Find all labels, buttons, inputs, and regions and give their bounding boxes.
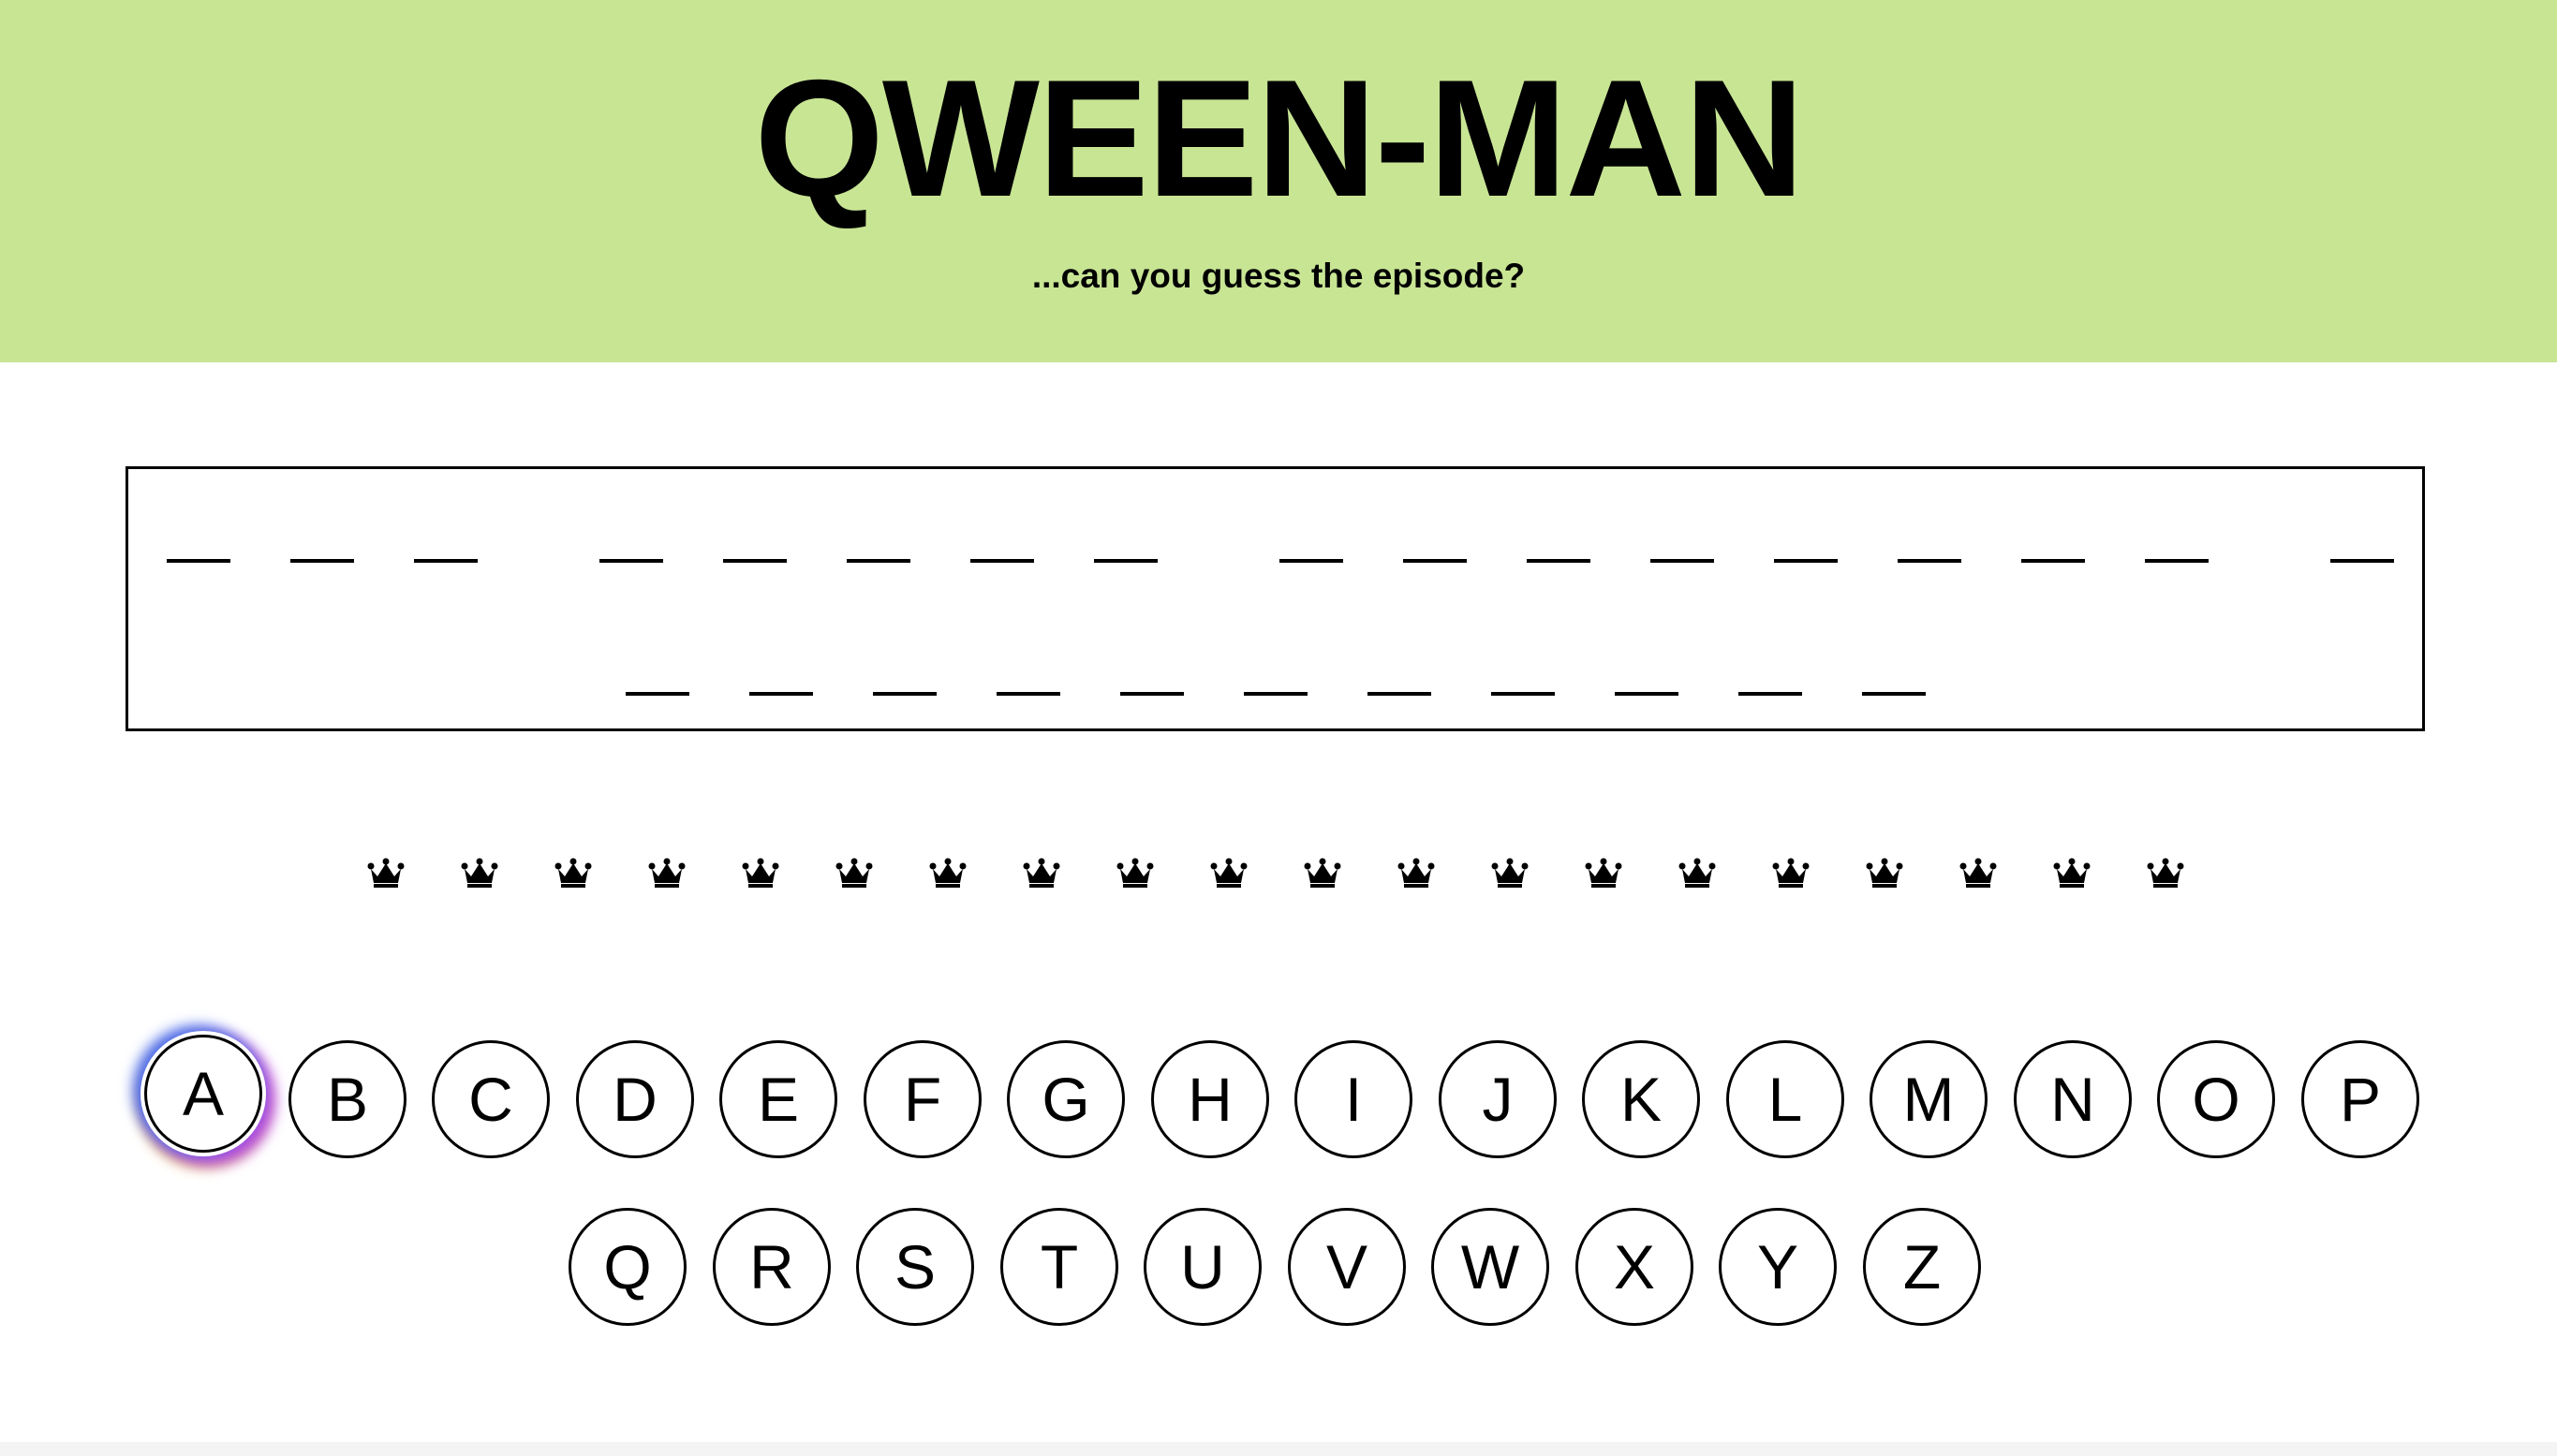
letter-blank	[1774, 559, 1838, 563]
page-subtitle: ...can you guess the episode?	[1031, 257, 1526, 295]
letter-blank	[1403, 559, 1467, 563]
letter-blank	[873, 692, 937, 696]
letter-blank	[1650, 559, 1714, 563]
page-bottom-edge	[0, 1442, 2557, 1456]
letter-blank	[1738, 692, 1802, 696]
crown-icon	[929, 854, 967, 891]
key-n[interactable]: N	[2014, 1040, 2132, 1158]
key-x[interactable]: X	[1575, 1208, 1693, 1326]
crown-icon	[1210, 854, 1248, 891]
crown-icon	[648, 854, 686, 891]
crown-icon	[1116, 854, 1154, 891]
crown-icon	[1959, 854, 1997, 891]
letter-blank	[626, 692, 689, 696]
letter-blank	[167, 559, 230, 563]
letter-blank	[1615, 692, 1678, 696]
lives-row	[0, 843, 2557, 899]
letter-blank	[1094, 559, 1158, 563]
puzzle-board	[126, 466, 2425, 731]
crown-icon	[835, 854, 873, 891]
key-t[interactable]: T	[1000, 1208, 1118, 1326]
letter-blank	[1527, 559, 1590, 563]
letter-blank	[290, 559, 354, 563]
key-o[interactable]: O	[2157, 1040, 2275, 1158]
crown-icon	[554, 854, 592, 891]
letter-blank	[749, 692, 813, 696]
header-banner: QWEEN-MAN ...can you guess the episode?	[0, 0, 2557, 362]
key-h[interactable]: H	[1151, 1040, 1269, 1158]
key-q[interactable]: Q	[569, 1208, 687, 1326]
key-r[interactable]: R	[713, 1208, 831, 1326]
key-v[interactable]: V	[1288, 1208, 1406, 1326]
key-y[interactable]: Y	[1719, 1208, 1837, 1326]
key-p[interactable]: P	[2301, 1040, 2419, 1158]
crown-icon	[742, 854, 779, 891]
key-j[interactable]: J	[1439, 1040, 1557, 1158]
letter-blank	[599, 559, 663, 563]
page-title: QWEEN-MAN	[754, 45, 1804, 231]
crown-icon	[1491, 854, 1529, 891]
letter-blank	[1491, 692, 1555, 696]
key-a[interactable]: A	[144, 1035, 262, 1153]
letter-blank	[1120, 692, 1184, 696]
key-s[interactable]: S	[856, 1208, 974, 1326]
key-b[interactable]: B	[288, 1040, 406, 1158]
key-g[interactable]: G	[1007, 1040, 1125, 1158]
page: QWEEN-MAN ...can you guess the episode? …	[0, 0, 2557, 1456]
key-d[interactable]: D	[576, 1040, 694, 1158]
crown-icon	[2147, 854, 2184, 891]
letter-blank	[2021, 559, 2085, 563]
letter-blank	[997, 692, 1060, 696]
key-e[interactable]: E	[719, 1040, 837, 1158]
letter-blank	[1862, 692, 1926, 696]
crown-icon	[1304, 854, 1341, 891]
crown-icon	[2053, 854, 2091, 891]
letter-blank	[723, 559, 787, 563]
letter-blank	[1367, 692, 1431, 696]
letter-blank	[414, 559, 478, 563]
key-u[interactable]: U	[1144, 1208, 1262, 1326]
key-i[interactable]: I	[1294, 1040, 1412, 1158]
letter-blank	[1898, 559, 1961, 563]
key-m[interactable]: M	[1870, 1040, 1988, 1158]
crown-icon	[1023, 854, 1060, 891]
key-c[interactable]: C	[432, 1040, 550, 1158]
letter-blank	[2330, 559, 2394, 563]
key-k[interactable]: K	[1582, 1040, 1700, 1158]
key-l[interactable]: L	[1726, 1040, 1844, 1158]
crown-icon	[1585, 854, 1622, 891]
letter-blank	[1244, 692, 1308, 696]
crown-icon	[367, 854, 405, 891]
crown-icon	[1772, 854, 1810, 891]
letter-blank	[970, 559, 1034, 563]
key-w[interactable]: W	[1431, 1208, 1549, 1326]
letter-blank	[2145, 559, 2209, 563]
letter-blank	[847, 559, 910, 563]
crown-icon	[1866, 854, 1903, 891]
key-f[interactable]: F	[864, 1040, 982, 1158]
crown-icon	[461, 854, 498, 891]
crown-icon	[1678, 854, 1716, 891]
key-z[interactable]: Z	[1863, 1208, 1981, 1326]
crown-icon	[1397, 854, 1435, 891]
letter-blank	[1279, 559, 1343, 563]
